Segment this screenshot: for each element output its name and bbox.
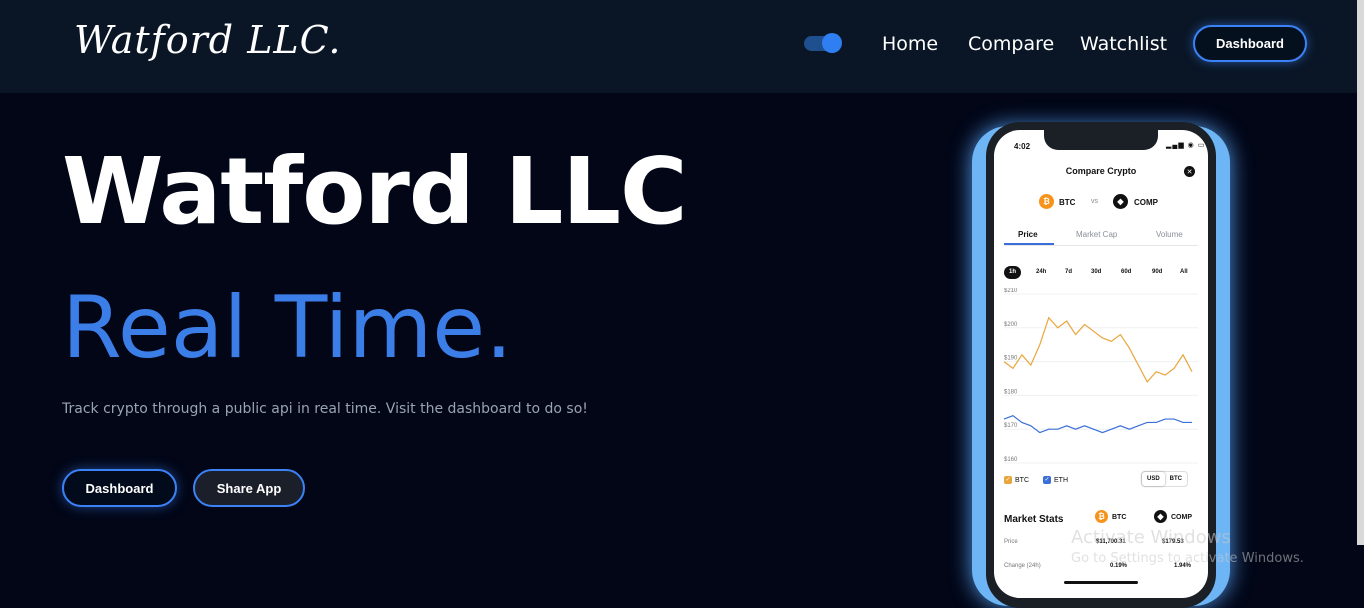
- nav-dashboard-button[interactable]: Dashboard: [1193, 25, 1307, 62]
- range-1h[interactable]: 1h: [1004, 266, 1022, 279]
- close-icon[interactable]: ✕: [1184, 166, 1195, 177]
- hero-description: Track crypto through a public api in rea…: [62, 401, 588, 417]
- y-tick-label: $210: [1004, 288, 1018, 294]
- checkbox-icon: ✓: [1004, 476, 1012, 484]
- status-icons: ▂▄▆ ◉ ▭: [1166, 142, 1206, 149]
- tab-underline: [1004, 243, 1054, 245]
- coin-a-label: BTC: [1059, 198, 1076, 207]
- y-tick-label: $170: [1004, 423, 1018, 429]
- y-tick-label: $200: [1004, 322, 1018, 328]
- range-90d[interactable]: 90d: [1147, 266, 1167, 279]
- tab-volume[interactable]: Volume: [1156, 230, 1183, 239]
- checkbox-icon: ✓: [1043, 476, 1051, 484]
- series-line-btc: [1003, 316, 1193, 383]
- legend-eth[interactable]: ✓ ETH: [1043, 476, 1068, 484]
- y-tick-label: $190: [1004, 356, 1018, 362]
- status-time: 4:02: [1014, 142, 1031, 151]
- stat-label: Change (24h): [1004, 563, 1041, 569]
- currency-btc[interactable]: BTC: [1165, 472, 1187, 486]
- hero-subtitle: Real Time.: [62, 278, 513, 378]
- range-all[interactable]: All: [1175, 266, 1193, 279]
- range-7d[interactable]: 7d: [1060, 266, 1077, 279]
- activate-windows-title: Activate Windows: [1071, 527, 1231, 548]
- logo[interactable]: Watford LLC.: [74, 18, 341, 62]
- nav-watchlist-link[interactable]: Watchlist: [1080, 33, 1167, 55]
- legend-btc-label: BTC: [1015, 476, 1029, 484]
- range-24h[interactable]: 24h: [1031, 266, 1051, 279]
- toggle-knob: [822, 33, 842, 53]
- y-tick-label: $180: [1004, 389, 1018, 395]
- tab-price[interactable]: Price: [1018, 230, 1038, 239]
- stat-label: Price: [1004, 539, 1018, 545]
- btc-coin-icon: ₿: [1039, 194, 1054, 209]
- stats-coin-b: COMP: [1171, 514, 1192, 521]
- comp-coin-icon: ◆: [1113, 194, 1128, 209]
- range-60d[interactable]: 60d: [1116, 266, 1136, 279]
- price-chart: $210 $200 $190 $180 $170 $160: [1003, 288, 1198, 464]
- y-tick-label: $160: [1004, 457, 1018, 463]
- range-30d[interactable]: 30d: [1086, 266, 1106, 279]
- vs-label: vs: [1091, 198, 1098, 205]
- coin-b-label: COMP: [1134, 198, 1158, 207]
- home-indicator: [1064, 581, 1138, 584]
- comp-coin-icon: ◆: [1154, 510, 1167, 523]
- series-line-eth: [1003, 415, 1192, 434]
- tab-market-cap[interactable]: Market Cap: [1076, 230, 1117, 239]
- scrollbar[interactable]: [1357, 0, 1364, 545]
- currency-usd[interactable]: USD: [1142, 472, 1165, 486]
- theme-toggle[interactable]: [804, 33, 842, 53]
- hero-title: Watford LLC: [62, 138, 688, 245]
- nav-home-link[interactable]: Home: [882, 33, 938, 55]
- stats-coin-a: BTC: [1112, 514, 1127, 521]
- market-stats-title: Market Stats: [1004, 514, 1064, 525]
- navbar: Watford LLC. Home Compare Watchlist Dash…: [0, 0, 1364, 93]
- currency-toggle[interactable]: USD BTC: [1141, 471, 1189, 487]
- nav-compare-link[interactable]: Compare: [968, 33, 1054, 55]
- btc-coin-icon: ₿: [1095, 510, 1108, 523]
- activate-windows-subtitle: Go to Settings to activate Windows.: [1071, 551, 1304, 566]
- legend-eth-label: ETH: [1054, 476, 1068, 484]
- share-app-button[interactable]: Share App: [193, 469, 305, 507]
- legend-btc[interactable]: ✓ BTC: [1004, 476, 1029, 484]
- phone-notch: [1044, 130, 1158, 150]
- screen-title: Compare Crypto: [1065, 166, 1137, 176]
- tab-divider: [1004, 245, 1198, 246]
- dashboard-button[interactable]: Dashboard: [62, 469, 177, 507]
